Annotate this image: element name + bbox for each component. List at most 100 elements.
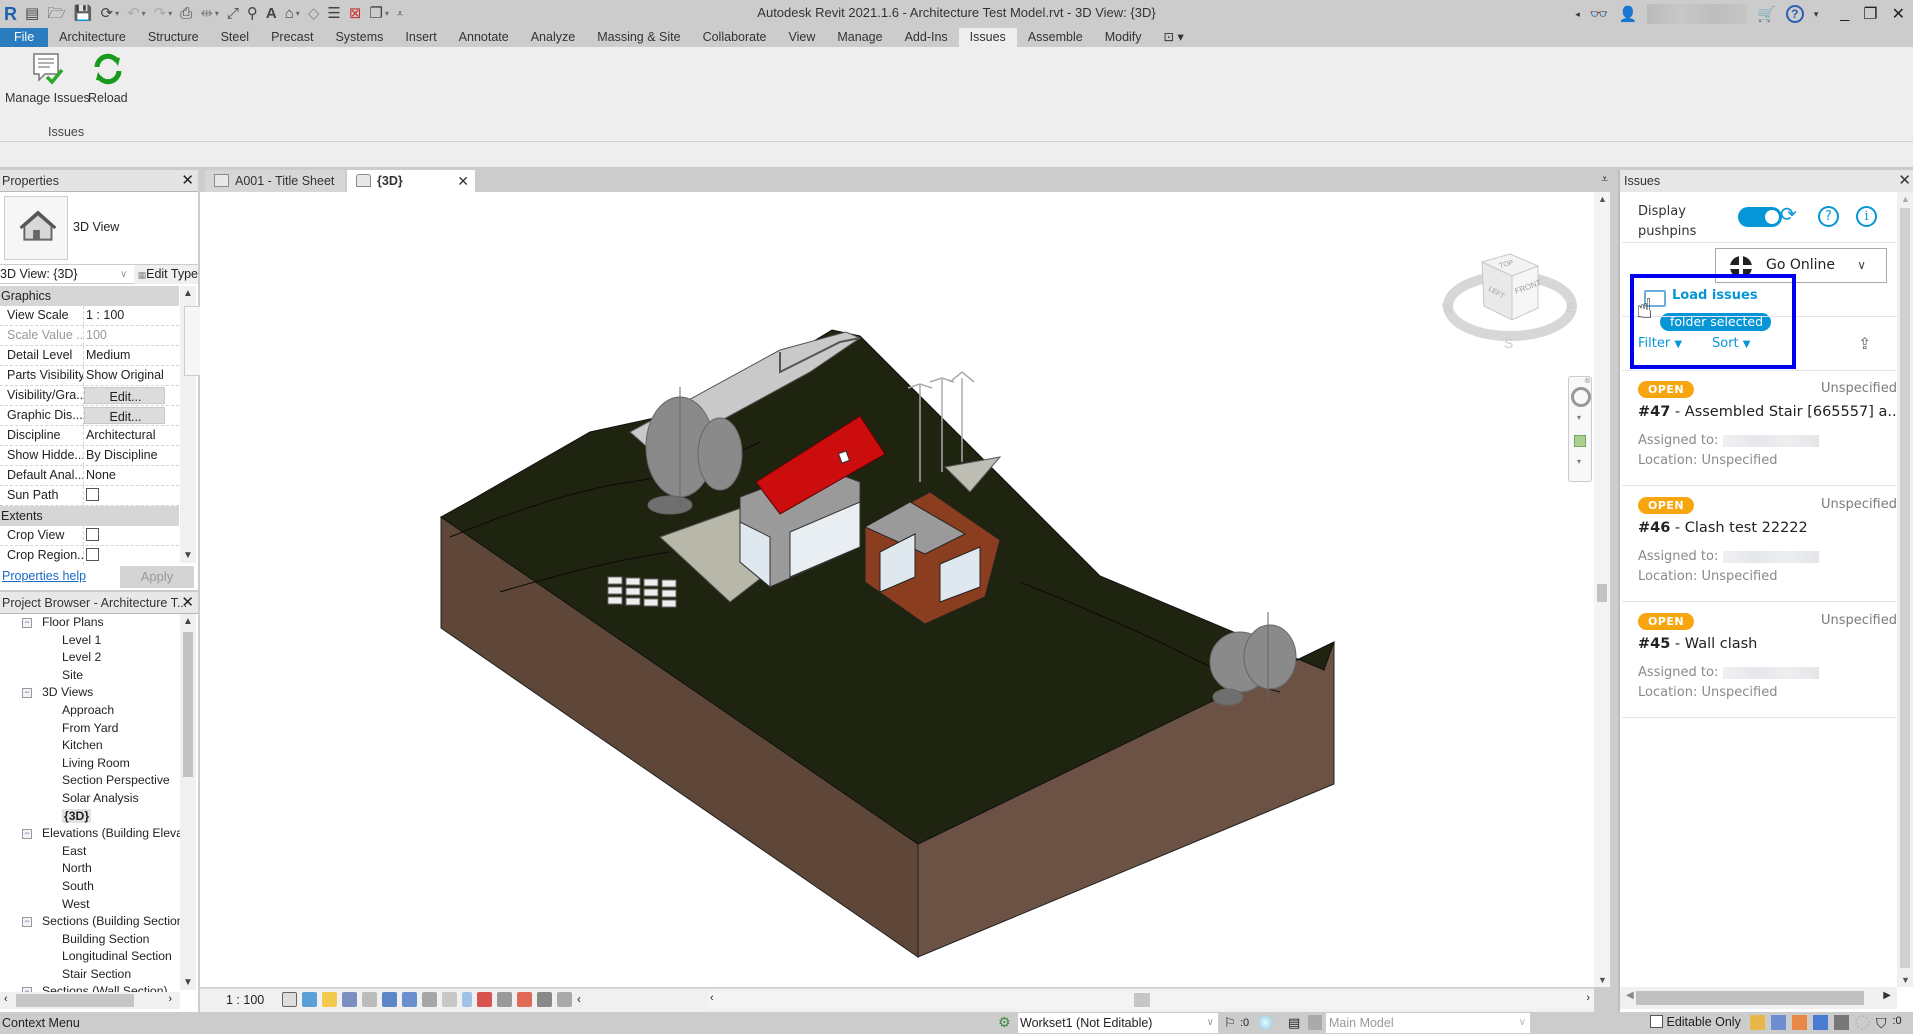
tab-add-ins[interactable]: Add-Ins [894,28,959,47]
tab-list-dropdown-icon[interactable]: ⩡ [1601,172,1608,187]
info-icon[interactable]: i [1856,206,1877,227]
issue-card[interactable]: OPEN Unspecified #45 - Wall clash Assign… [1622,603,1897,718]
collapse-icon[interactable]: − [22,917,32,928]
issues-hscrollbar[interactable]: ◀ ▶ [1620,987,1897,1009]
tab-massing-site[interactable]: Massing & Site [586,28,691,47]
tab-insert[interactable]: Insert [394,28,447,47]
tab-annotate[interactable]: Annotate [448,28,520,47]
property-checkbox-cell[interactable] [84,546,179,565]
worksharing-display-icon[interactable] [497,992,512,1007]
tab-assemble[interactable]: Assemble [1017,28,1094,47]
issues-scrollbar[interactable]: ▲ ▼ [1897,192,1913,987]
property-checkbox-cell[interactable] [84,486,179,505]
visual-style-icon[interactable] [302,992,317,1007]
scroll-down-icon[interactable]: ▼ [183,977,193,988]
close-issues-icon[interactable]: ✕ [1898,170,1911,192]
checkbox[interactable] [86,528,99,542]
tree-item[interactable]: {3D} [0,808,180,826]
properties-scrollbar[interactable]: ▲ ▼ [180,286,248,563]
close-nav-icon[interactable]: ⊗ [1584,376,1591,385]
reveal-hidden-icon[interactable] [462,992,472,1007]
design-option-dropdown[interactable]: Main Model ∨ [1326,1013,1530,1033]
user-icon[interactable]: 👤 [1618,5,1637,23]
scroll-up-icon[interactable]: ▲ [183,616,193,627]
tree-item[interactable]: Stair Section [0,966,180,984]
tree-item[interactable]: Longitudinal Section [0,948,180,966]
scroll-thumb[interactable] [1597,584,1607,602]
collapse-icon[interactable]: − [22,829,32,840]
tab-structure[interactable]: Structure [137,28,210,47]
scroll-down-icon[interactable]: ▼ [1598,975,1607,985]
tab-systems[interactable]: Systems [324,28,394,47]
help-icon[interactable]: ? [1785,5,1804,23]
editing-requests-icon[interactable]: ⚐ [1224,1015,1236,1031]
shadows-icon[interactable] [342,992,357,1007]
steering-wheel-icon[interactable] [1571,387,1591,407]
close-properties-icon[interactable]: ✕ [181,170,194,192]
active-workset-dropdown[interactable]: Workset1 (Not Editable) ∨ [1018,1013,1218,1033]
properties-help-link[interactable]: Properties help [2,569,86,583]
worksets-icon[interactable]: ⚙ [998,1014,1011,1031]
collapse-icon[interactable]: − [22,618,32,628]
reload-button[interactable]: Reload [88,51,128,105]
close-tab-icon[interactable]: ✕ [457,170,469,192]
chevron-down-icon[interactable]: ▾ [1577,457,1581,466]
tab-title-sheet[interactable]: A001 - Title Sheet [205,170,345,192]
infocenter-search-icon[interactable]: 👓 [1590,5,1609,23]
design-options-icon[interactable]: ▤ [1288,1015,1300,1031]
browser-hscrollbar[interactable]: ‹ › [0,992,180,1009]
property-value[interactable]: By Discipline [84,446,179,465]
tab-manage[interactable]: Manage [826,28,893,47]
issue-title[interactable]: #47 - Assembled Stair [665557] a... [1638,404,1901,420]
detail-level-icon[interactable] [282,992,297,1007]
editable-only-checkbox[interactable]: Editable Only [1650,1015,1741,1029]
view-horizontal-scrollbar[interactable]: ‹ › [708,991,1594,1009]
scroll-down-icon[interactable]: ▼ [183,550,193,561]
chevron-down-icon[interactable]: ▾ [1577,413,1581,422]
minimize-button[interactable]: _ [1840,5,1849,23]
show-crop-icon[interactable] [402,992,417,1007]
tab-collaborate[interactable]: Collaborate [692,28,778,47]
view-vertical-scrollbar[interactable]: ▲ ▼ [1594,192,1610,987]
render-icon[interactable] [362,992,377,1007]
tree-item[interactable]: Approach [0,702,180,720]
3d-view-canvas[interactable]: TOP LEFT FRONT W E S ⊗ ▾ ▾ ▲ ▼ [200,192,1610,987]
export-icon[interactable]: ⇪ [1858,334,1871,353]
filter-icon[interactable]: ⛉ [1876,1015,1887,1032]
scroll-down-icon[interactable]: ▼ [1901,975,1910,985]
drag-elements-icon[interactable] [1834,1015,1849,1030]
tab-architecture[interactable]: Architecture [48,28,137,47]
scroll-right-icon[interactable]: ▶ [1883,990,1891,1001]
tab-view[interactable]: View [778,28,827,47]
hscroll-thumb[interactable] [1636,991,1864,1005]
restore-button[interactable]: ❐ [1863,4,1877,24]
scroll-left-icon[interactable]: ◀ [1626,990,1634,1001]
viewcube[interactable]: TOP LEFT FRONT W E S [1440,248,1590,368]
cloud-model-icon[interactable] [1258,1015,1273,1030]
browser-scrollbar[interactable]: ▲ ▼ [180,614,196,990]
tree-item[interactable]: Level 1 [0,632,180,650]
view-scale[interactable]: 1 : 100 [226,993,264,1007]
issue-card[interactable]: OPEN Unspecified #46 - Clash test 22222 … [1622,487,1897,602]
tree-item[interactable]: Living Room [0,755,180,773]
manage-issues-button[interactable]: Manage Issues [5,51,90,105]
collapse-arrow-icon[interactable]: ◂ [1575,9,1580,20]
property-value[interactable]: Show Original [84,366,179,385]
edit-button[interactable]: Edit... [84,407,165,424]
help-icon[interactable]: ? [1818,206,1839,227]
reveal-constraints-icon[interactable] [517,992,532,1007]
tab-steel[interactable]: Steel [210,28,261,47]
lock-view-icon[interactable] [422,992,437,1007]
hscroll-thumb[interactable] [1134,993,1150,1007]
sun-path-icon[interactable] [322,992,337,1007]
crop-view-icon[interactable] [382,992,397,1007]
tree-item[interactable]: South [0,878,180,896]
zoom-region-icon[interactable] [1574,435,1586,447]
tree-item[interactable]: East [0,843,180,861]
analytical-model-icon[interactable] [537,992,552,1007]
collapse-icon[interactable]: ‹ [577,992,581,1007]
property-value[interactable]: 1 : 100 [84,306,179,325]
temporary-view-icon[interactable] [477,992,492,1007]
background-process-icon[interactable] [1855,1015,1870,1030]
refresh-icon[interactable]: ⟳ [1780,202,1797,226]
